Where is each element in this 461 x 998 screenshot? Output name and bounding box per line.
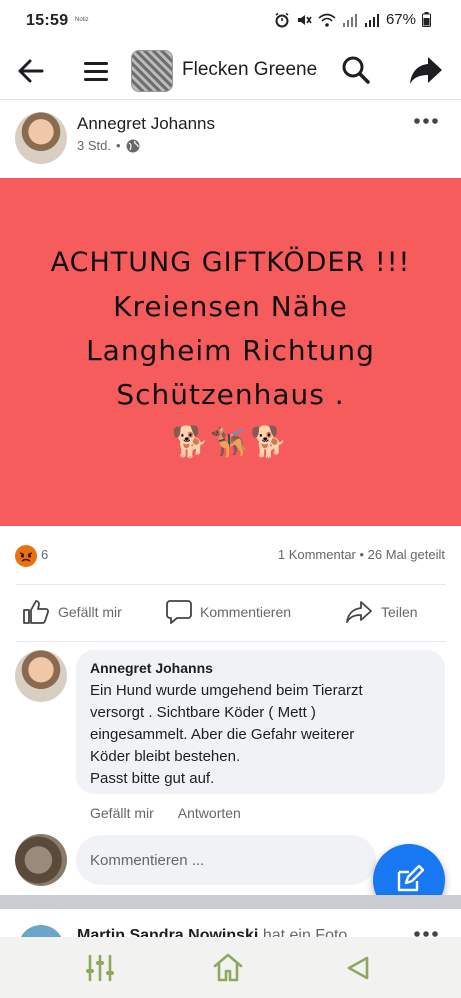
like-label: Gefällt mir bbox=[58, 604, 122, 620]
commenter-avatar[interactable] bbox=[15, 650, 67, 702]
banner-line: Langheim Richtung bbox=[86, 334, 375, 367]
thumbs-up-icon bbox=[23, 600, 50, 624]
comment-text-line: Ein Hund wurde umgehend beim Tierarzt bbox=[90, 682, 363, 699]
my-avatar bbox=[15, 834, 67, 886]
share-button[interactable]: Teilen bbox=[345, 599, 418, 625]
comment-text-line: Köder bleibt bestehen. bbox=[90, 748, 241, 765]
home-icon[interactable] bbox=[212, 952, 244, 984]
comments-shares-count[interactable]: 1 Kommentar • 26 Mal geteilt bbox=[278, 547, 445, 562]
group-thumbnail[interactable] bbox=[131, 50, 173, 92]
banner-line: Kreiensen Nähe bbox=[113, 290, 348, 323]
banner-line: ACHTUNG GIFTKÖDER !!! bbox=[50, 247, 411, 278]
comment-like-link[interactable]: Gefällt mir bbox=[90, 805, 154, 821]
status-time: 15:59 bbox=[26, 12, 69, 29]
wifi-icon bbox=[318, 13, 336, 27]
more-options-icon[interactable] bbox=[413, 929, 439, 937]
divider bbox=[16, 641, 446, 642]
battery-text: 67% bbox=[385, 11, 416, 28]
status-notification-text: Notiz bbox=[75, 17, 89, 23]
share-icon[interactable] bbox=[408, 53, 444, 87]
back-arrow-icon[interactable] bbox=[14, 54, 48, 88]
comment-text-line: Passt bitte gut auf. bbox=[90, 770, 215, 787]
reaction-count[interactable]: 6 bbox=[41, 547, 48, 562]
post-header: Annegret Johanns 3 Std. • bbox=[0, 100, 461, 178]
comment-icon bbox=[166, 600, 192, 624]
next-post-action-text: hat ein Foto bbox=[258, 927, 348, 937]
comment-text-line: versorgt . Sichtbare Köder ( Mett ) bbox=[90, 704, 316, 721]
next-post-avatar[interactable] bbox=[18, 925, 64, 937]
mute-icon bbox=[297, 14, 312, 25]
comment-reply-link[interactable]: Antworten bbox=[178, 805, 241, 821]
comment-button[interactable]: Kommentieren bbox=[166, 599, 291, 625]
comment-bubble[interactable]: Annegret Johanns Ein Hund wurde umgehend… bbox=[76, 650, 445, 794]
comment-input[interactable]: Kommentieren ... bbox=[76, 835, 376, 885]
group-name[interactable]: Flecken Greene bbox=[182, 59, 317, 81]
share-arrow-icon bbox=[346, 601, 372, 623]
meta-separator: • bbox=[115, 138, 121, 153]
post-banner[interactable]: ACHTUNG GIFTKÖDER !!! Kreiensen Nähe Lan… bbox=[0, 178, 461, 526]
commenter-name[interactable]: Annegret Johanns bbox=[90, 660, 431, 676]
share-label: Teilen bbox=[381, 604, 418, 620]
back-nav-icon[interactable] bbox=[343, 952, 375, 984]
dog-emoji-row: 🐕🐕‍🦺🐕 bbox=[171, 426, 290, 459]
comment-label: Kommentieren bbox=[200, 604, 292, 620]
status-icons: 67% bbox=[274, 11, 431, 28]
more-options-icon[interactable] bbox=[413, 116, 439, 126]
comment-actions: Gefällt mir Antworten bbox=[90, 805, 241, 821]
post-actions: Gefällt mir Kommentieren Teilen bbox=[0, 585, 461, 641]
status-bar: 15:59 Notiz 67% bbox=[0, 0, 461, 44]
post-meta: 3 Std. • bbox=[77, 138, 140, 153]
next-post-author[interactable]: Martin Sandra Nowinski hat ein Foto bbox=[77, 927, 347, 937]
alarm-icon bbox=[275, 12, 289, 27]
menu-icon[interactable] bbox=[82, 56, 110, 86]
globe-icon bbox=[126, 139, 140, 152]
search-icon[interactable] bbox=[340, 54, 372, 86]
post-time[interactable]: 3 Std. bbox=[77, 138, 111, 153]
post-stats: 6 1 Kommentar • 26 Mal geteilt bbox=[0, 526, 461, 584]
signal-icon-2 bbox=[364, 13, 379, 27]
angry-reaction-icon[interactable] bbox=[15, 545, 37, 567]
next-post-preview[interactable]: Martin Sandra Nowinski hat ein Foto bbox=[0, 909, 461, 937]
feed-separator bbox=[0, 895, 461, 909]
comment-input-placeholder: Kommentieren ... bbox=[90, 851, 205, 869]
edit-icon bbox=[397, 865, 424, 892]
system-nav-bar bbox=[0, 937, 461, 998]
app-bar: Flecken Greene bbox=[0, 44, 461, 100]
signal-icon bbox=[342, 13, 357, 27]
comment-text-line: eingesammelt. Aber die Gefahr weiterer bbox=[90, 726, 355, 743]
like-button[interactable]: Gefällt mir bbox=[22, 599, 122, 625]
author-avatar[interactable] bbox=[15, 112, 67, 164]
banner-line: Schützenhaus . bbox=[116, 378, 345, 411]
battery-icon bbox=[422, 12, 431, 27]
recent-apps-icon[interactable] bbox=[84, 952, 116, 984]
author-name[interactable]: Annegret Johanns bbox=[77, 114, 215, 134]
